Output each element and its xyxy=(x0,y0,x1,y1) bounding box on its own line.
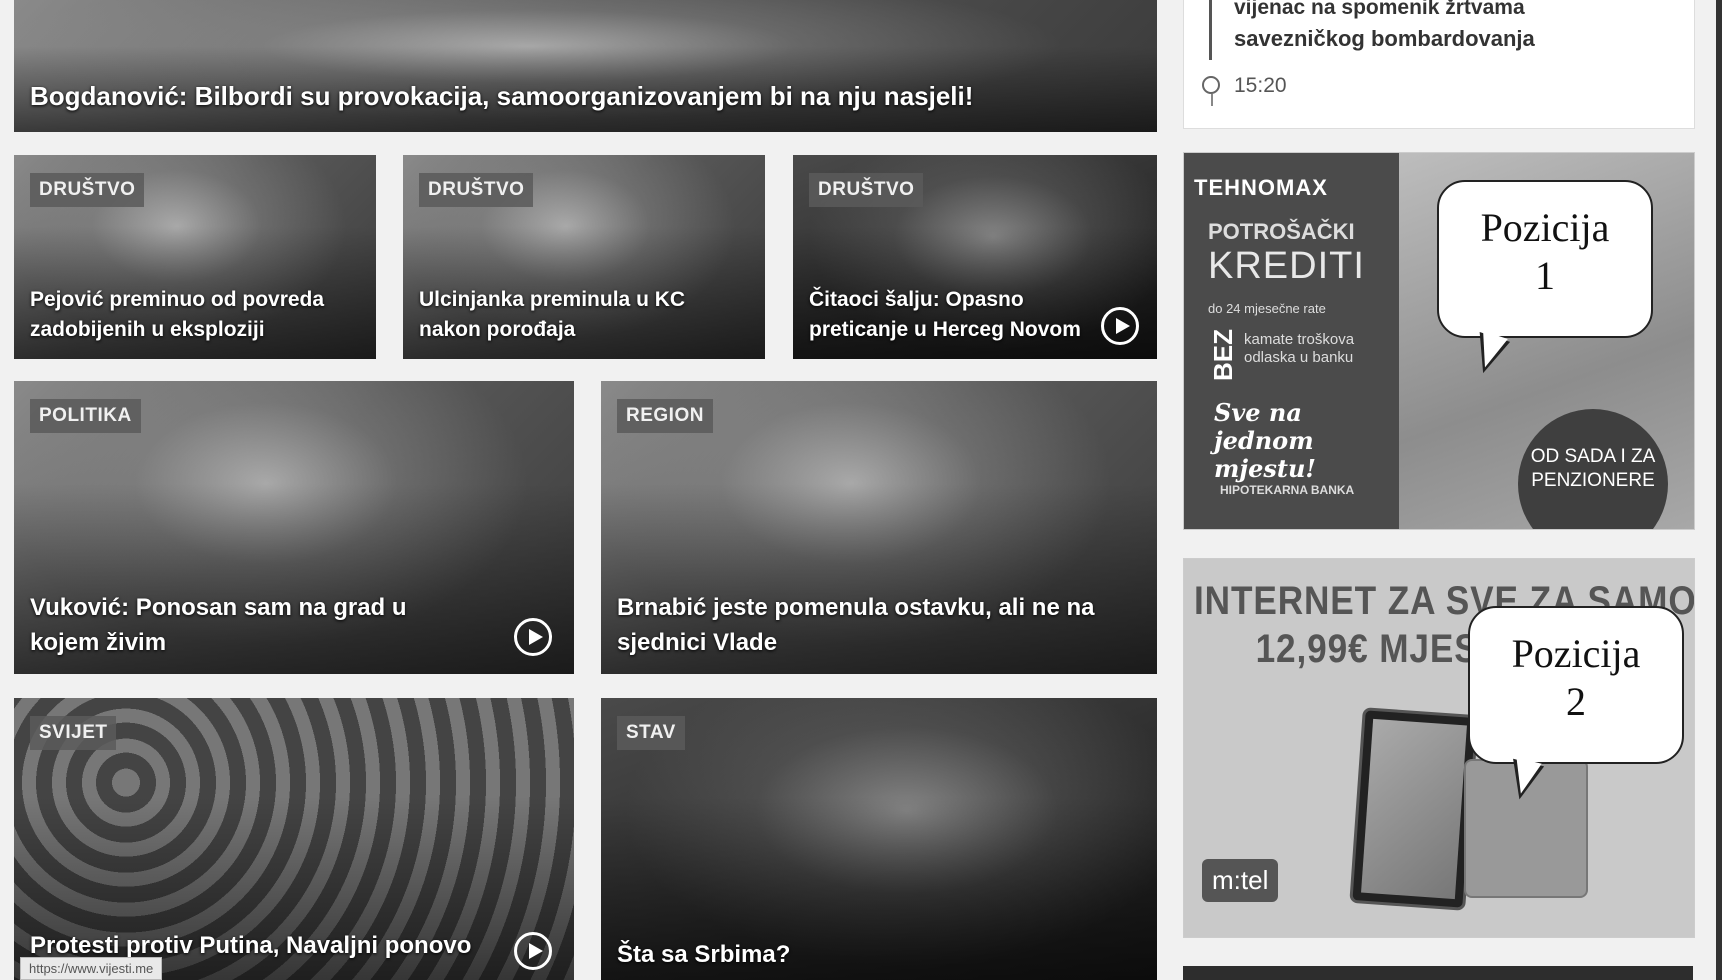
ad-line: KREDITI xyxy=(1208,245,1365,287)
article-card[interactable]: REGION Brnabić jeste pomenula ostavku, a… xyxy=(601,381,1157,674)
ad-line: POTROŠAČKI xyxy=(1208,219,1355,244)
hero-headline: Bogdanović: Bilbordi su provokacija, sam… xyxy=(30,81,974,111)
ad-bez-label: BEZ xyxy=(1208,329,1238,381)
play-video-icon[interactable] xyxy=(1101,307,1139,345)
article-card[interactable]: STAV Šta sa Srbima? xyxy=(601,698,1157,980)
callout-label: Pozicija xyxy=(1511,631,1641,676)
news-cut-line: vijenac na spomenik žrtvama xyxy=(1234,0,1525,19)
operator-logo: m:tel xyxy=(1202,859,1279,902)
article-headline: Ulcinjanka preminula u KC nakon porođaja xyxy=(419,288,686,341)
category-badge[interactable]: DRUŠTVO xyxy=(419,173,534,207)
category-badge[interactable]: STAV xyxy=(617,716,685,750)
article-headline: Brnabić jeste pomenula ostavku, ali ne n… xyxy=(617,594,1095,656)
article-card[interactable]: POLITIKA Vuković: Ponosan sam na grad u … xyxy=(14,381,574,674)
ad-line: do 24 mjesečne rate xyxy=(1208,301,1326,316)
ad-bank-logo: HIPOTEKARNA BANKA xyxy=(1220,483,1355,497)
timeline-bar xyxy=(1209,0,1212,60)
callout-position-1: Pozicija 1 xyxy=(1437,180,1653,379)
ad-slogan: Sve na jednom mjestu! xyxy=(1214,398,1316,483)
sidebar-news-item[interactable]: vijenac na spomenik žrtvama savezničkog … xyxy=(1183,0,1695,129)
link-status-tooltip: https://www.vijesti.me xyxy=(20,957,163,980)
callout-position-2: Pozicija 2 xyxy=(1468,606,1684,804)
article-headline: Vuković: Ponosan sam na grad u kojem živ… xyxy=(30,594,407,656)
article-card[interactable]: DRUŠTVO Pejović preminuo od povreda zado… xyxy=(14,155,376,359)
play-video-icon[interactable] xyxy=(514,932,552,970)
news-time: 15:20 xyxy=(1234,74,1287,97)
sidebar-bottom-bar xyxy=(1183,966,1693,980)
tablet-image xyxy=(1349,707,1479,911)
category-badge[interactable]: REGION xyxy=(617,399,713,433)
news-title[interactable]: savezničkog bombardovanja xyxy=(1234,26,1535,52)
category-badge[interactable]: DRUŠTVO xyxy=(809,173,924,207)
scrollbar[interactable] xyxy=(1716,0,1722,980)
callout-number: 2 xyxy=(1566,679,1586,724)
article-card[interactable]: DRUŠTVO Čitaoci šalju: Opasno preticanje… xyxy=(793,155,1157,359)
article-card[interactable]: SVIJET Protesti protiv Putina, Navaljni … xyxy=(14,698,574,980)
ad-brand-logo: TEHNOMAX xyxy=(1194,175,1328,200)
article-card[interactable]: DRUŠTVO Ulcinjanka preminula u KC nakon … xyxy=(403,155,765,359)
callout-number: 1 xyxy=(1535,253,1555,298)
callout-label: Pozicija xyxy=(1480,205,1610,250)
ad-bez-text: kamate troškova odlaska u banku xyxy=(1244,331,1355,366)
article-headline: Šta sa Srbima? xyxy=(617,941,791,968)
hero-article[interactable]: Bogdanović: Bilbordi su provokacija, sam… xyxy=(14,0,1157,132)
category-badge[interactable]: DRUŠTVO xyxy=(30,173,145,207)
category-badge[interactable]: SVIJET xyxy=(30,716,117,750)
article-headline: Čitaoci šalju: Opasno preticanje u Herce… xyxy=(809,288,1081,341)
category-badge[interactable]: POLITIKA xyxy=(30,399,141,433)
play-video-icon[interactable] xyxy=(514,618,552,656)
clock-icon xyxy=(1202,76,1220,106)
article-headline: Pejović preminuo od povreda zadobijenih … xyxy=(30,288,325,341)
